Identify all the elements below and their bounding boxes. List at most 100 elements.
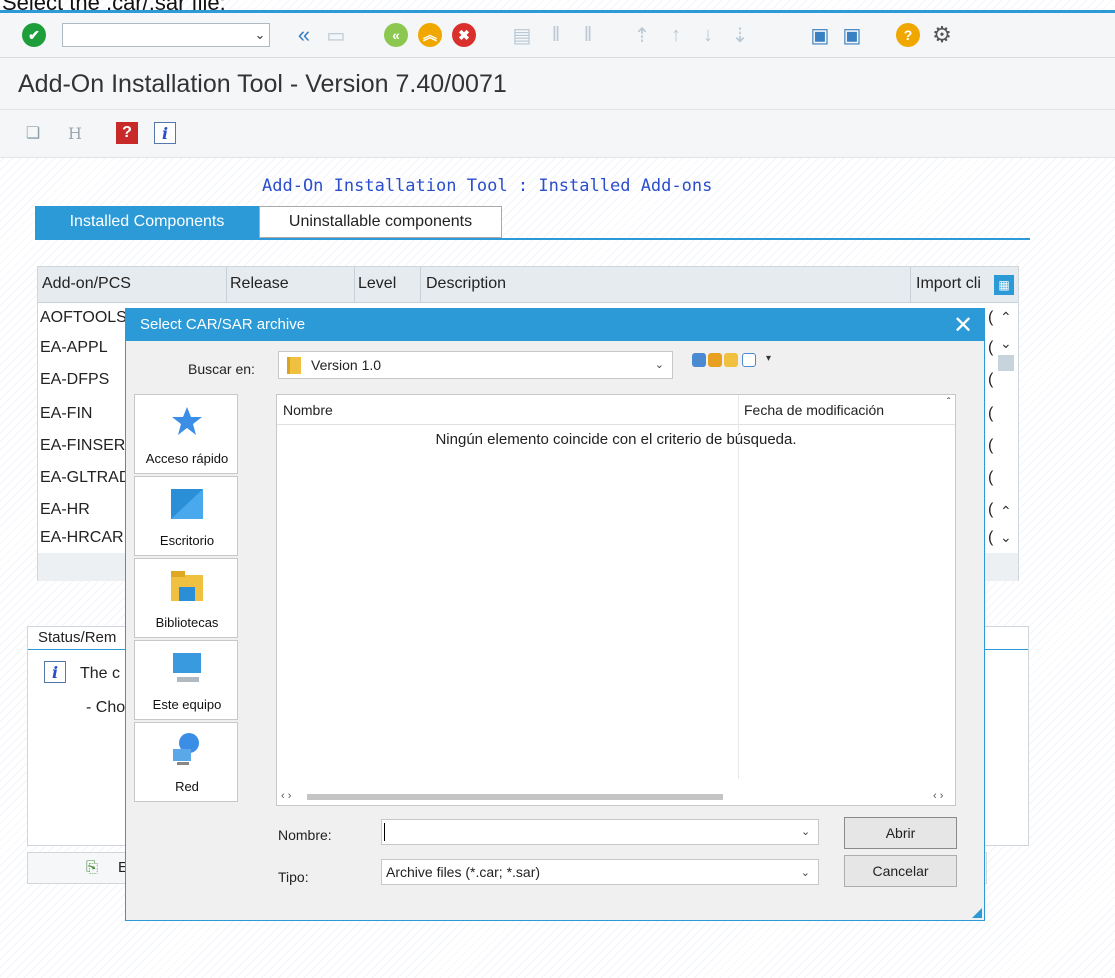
command-dropdown-icon[interactable]: ⌄ bbox=[250, 23, 270, 47]
previous-page-icon[interactable]: ↑ bbox=[664, 23, 688, 47]
addon-name: EA-APPL bbox=[40, 339, 108, 356]
page-down-icon[interactable]: ⌄ bbox=[1000, 529, 1012, 546]
look-in-value: Version 1.0 bbox=[311, 357, 382, 373]
scroll-down-icon[interactable]: ⌄ bbox=[1000, 335, 1012, 352]
execute-icon[interactable]: ⎘ bbox=[86, 859, 104, 877]
find-icon[interactable]: ǁ bbox=[544, 23, 568, 47]
addon-name: EA-FINSER bbox=[40, 437, 126, 454]
import-client-cell: ( bbox=[988, 339, 994, 356]
first-page-icon[interactable]: ⇡ bbox=[630, 23, 654, 47]
libraries-icon bbox=[171, 571, 203, 601]
column-divider bbox=[420, 267, 421, 303]
view-dropdown-icon[interactable]: ▾ bbox=[766, 353, 771, 364]
column-header-import-client[interactable]: Import cli bbox=[916, 275, 981, 293]
file-type-select[interactable]: Archive files (*.car; *.sar) ⌄ bbox=[381, 859, 819, 885]
column-divider bbox=[738, 395, 739, 779]
up-folder-icon[interactable] bbox=[708, 353, 722, 367]
file-list-header: Nombre Fecha de modificación ˆ bbox=[277, 395, 955, 425]
help-book-icon[interactable]: ? bbox=[116, 122, 138, 144]
status-panel-title: Status/Rem bbox=[38, 629, 117, 646]
find-next-icon[interactable]: ǁ bbox=[576, 23, 600, 47]
column-divider bbox=[226, 267, 227, 303]
import-client-cell: ( bbox=[988, 309, 994, 326]
table-header: Add-on/PCS Release Level Description Imp… bbox=[38, 267, 1018, 303]
chevron-down-icon[interactable]: ⌄ bbox=[801, 825, 810, 838]
help-icon[interactable]: ? bbox=[896, 23, 920, 47]
column-header-description[interactable]: Description bbox=[426, 275, 506, 293]
place-label: Escritorio bbox=[159, 533, 215, 548]
place-label: Red bbox=[175, 779, 199, 794]
column-header-name[interactable]: Nombre bbox=[283, 402, 333, 418]
column-header-modified-date[interactable]: Fecha de modificación bbox=[744, 402, 884, 418]
addon-name: EA-HR bbox=[40, 501, 90, 518]
import-client-cell: ( bbox=[988, 437, 994, 454]
last-page-icon[interactable]: ⇣ bbox=[728, 23, 752, 47]
next-page-icon[interactable]: ↓ bbox=[696, 23, 720, 47]
place-label: Bibliotecas bbox=[155, 615, 219, 630]
column-header-level[interactable]: Level bbox=[358, 275, 396, 293]
scroll-thumb[interactable] bbox=[307, 794, 723, 800]
import-client-cell: ( bbox=[988, 529, 994, 546]
tab-installed-components[interactable]: Installed Components bbox=[35, 206, 259, 238]
place-quick-access[interactable]: Acceso rápido bbox=[134, 394, 238, 474]
column-header-addon[interactable]: Add-on/PCS bbox=[42, 275, 131, 293]
place-label: Acceso rápido bbox=[145, 451, 229, 466]
cancel-icon[interactable]: ✖ bbox=[452, 23, 476, 47]
system-toolbar: ✔ ⌄ « ▭ « ︽ ✖ ▤ ǁ ǁ ⇡ ↑ ↓ ⇣ ▣ ▣ ? ⚙ bbox=[0, 13, 1115, 58]
text-cursor bbox=[384, 823, 385, 841]
shortcut-icon[interactable]: ▣ bbox=[840, 23, 864, 47]
scroll-up-icon[interactable]: ⌃ bbox=[1000, 309, 1012, 326]
new-folder-icon[interactable] bbox=[724, 353, 738, 367]
view-menu-icon[interactable] bbox=[742, 353, 756, 367]
places-bar: Acceso rápido Escritorio Bibliotecas Est… bbox=[134, 394, 238, 806]
scroll-right-icon[interactable]: ‹ › bbox=[933, 790, 943, 802]
column-header-release[interactable]: Release bbox=[230, 275, 289, 293]
column-overflow-icon[interactable]: ˆ bbox=[947, 397, 950, 408]
scroll-left-icon[interactable]: ‹ › bbox=[281, 790, 291, 802]
page-up-icon[interactable]: ⌃ bbox=[1000, 503, 1012, 520]
addon-name: AOFTOOLS bbox=[40, 309, 127, 326]
look-in-label: Buscar en: bbox=[188, 361, 255, 377]
command-field[interactable] bbox=[62, 23, 270, 47]
column-config-icon[interactable]: ▦ bbox=[994, 275, 1014, 295]
resize-grip[interactable] bbox=[972, 908, 982, 918]
tab-uninstallable-components[interactable]: Uninstallable components bbox=[259, 206, 502, 238]
cancel-button[interactable]: Cancelar bbox=[844, 855, 957, 887]
star-icon bbox=[172, 407, 202, 435]
import-client-cell: ( bbox=[988, 371, 994, 388]
place-desktop[interactable]: Escritorio bbox=[134, 476, 238, 556]
file-name-input[interactable] bbox=[381, 819, 819, 845]
close-icon[interactable]: ✕ bbox=[950, 311, 976, 339]
settings-gear-icon[interactable]: ⚙ bbox=[930, 22, 954, 47]
print-icon[interactable]: ▤ bbox=[510, 23, 534, 47]
open-button[interactable]: Abrir bbox=[844, 817, 957, 849]
file-type-value: Archive files (*.car; *.sar) bbox=[386, 864, 541, 880]
exit-icon[interactable]: ︽ bbox=[418, 23, 442, 47]
place-network[interactable]: Red bbox=[134, 722, 238, 802]
display-log-icon[interactable]: ❏ bbox=[22, 122, 44, 144]
column-divider bbox=[354, 267, 355, 303]
back-arrow-icon[interactable] bbox=[692, 353, 706, 367]
title-bar: Add-On Installation Tool - Version 7.40/… bbox=[0, 58, 1115, 110]
look-in-dropdown[interactable]: Version 1.0 ⌄ bbox=[278, 351, 673, 379]
place-libraries[interactable]: Bibliotecas bbox=[134, 558, 238, 638]
place-this-pc[interactable]: Este equipo bbox=[134, 640, 238, 720]
save-icon[interactable]: ▭ bbox=[324, 23, 348, 47]
select-archive-dialog: Select CAR/SAR archive ✕ Buscar en: Vers… bbox=[125, 308, 985, 921]
new-session-icon[interactable]: ▣ bbox=[808, 23, 832, 47]
place-label: Este equipo bbox=[152, 697, 222, 712]
file-list[interactable]: Nombre Fecha de modificación ˆ Ningún el… bbox=[276, 394, 956, 806]
column-divider bbox=[910, 267, 911, 303]
info-icon[interactable]: i bbox=[154, 122, 176, 144]
back-double-chevron-icon[interactable]: « bbox=[292, 22, 316, 47]
ok-checkmark-icon[interactable]: ✔ bbox=[22, 23, 46, 47]
back-icon[interactable]: « bbox=[384, 23, 408, 47]
file-type-label: Tipo: bbox=[278, 869, 309, 885]
addon-name: EA-DFPS bbox=[40, 371, 110, 388]
dialog-title-bar[interactable]: Select CAR/SAR archive ✕ bbox=[126, 309, 984, 341]
history-icon[interactable]: H bbox=[64, 122, 86, 144]
scroll-thumb[interactable] bbox=[998, 355, 1014, 371]
horizontal-scrollbar[interactable]: ‹ › ‹ › bbox=[277, 789, 955, 805]
import-client-cell: ( bbox=[988, 469, 994, 486]
application-toolbar: ❏ H ? i bbox=[0, 110, 1115, 158]
